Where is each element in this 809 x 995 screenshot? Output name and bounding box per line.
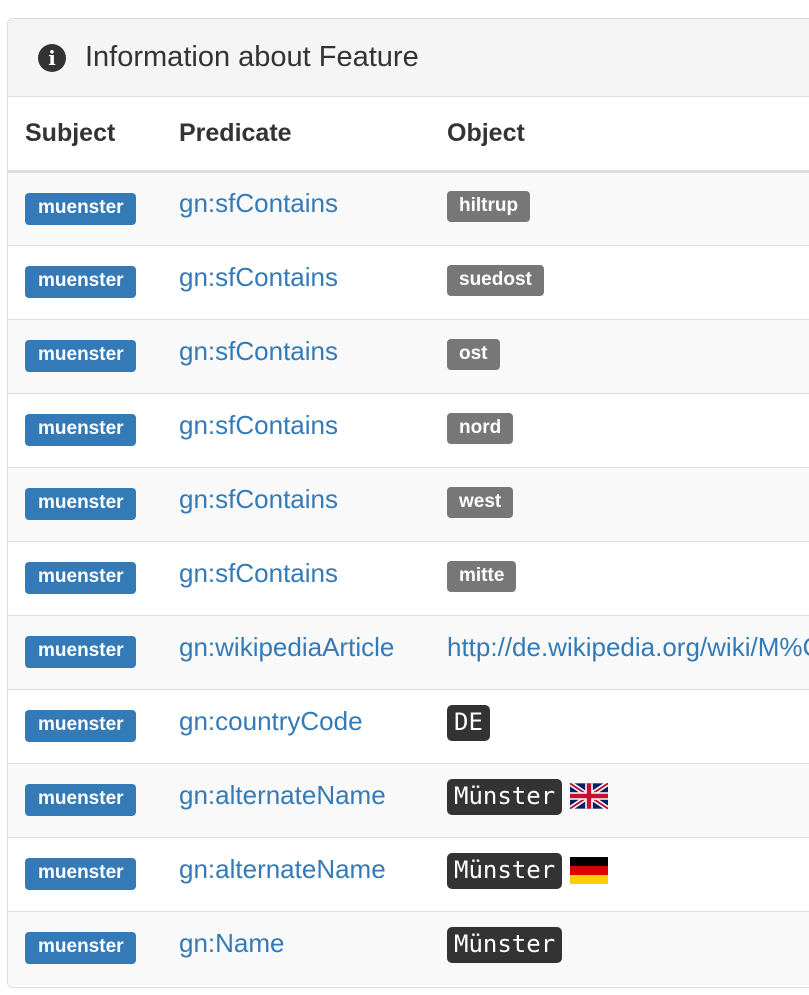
- panel-heading: i Information about Feature: [8, 19, 809, 97]
- subject-label[interactable]: muenster: [25, 636, 136, 668]
- subject-label[interactable]: muenster: [25, 266, 136, 298]
- table-row: muenster gn:Name Münster: [8, 911, 809, 985]
- header-object: Object: [431, 97, 809, 173]
- table-row: muenster gn:wikipediaArticle http://de.w…: [8, 615, 809, 689]
- predicate-link[interactable]: gn:Name: [179, 928, 285, 958]
- predicate-link[interactable]: gn:sfContains: [179, 188, 338, 218]
- name-value: Münster: [447, 927, 563, 964]
- uk-flag-icon: [570, 783, 609, 809]
- country-code-value: DE: [447, 705, 490, 741]
- table-row: muenster gn:sfContains suedost: [8, 245, 809, 319]
- table-row: muenster gn:countryCode DE: [8, 689, 809, 763]
- panel-title: Information about Feature: [85, 41, 419, 73]
- germany-flag-icon: [570, 856, 609, 884]
- subject-label[interactable]: muenster: [25, 562, 136, 594]
- predicate-link[interactable]: gn:alternateName: [179, 854, 386, 884]
- subject-label[interactable]: muenster: [25, 710, 136, 742]
- object-label[interactable]: nord: [447, 412, 514, 444]
- object-label[interactable]: ost: [447, 338, 500, 370]
- object-label[interactable]: mitte: [447, 560, 517, 592]
- subject-label[interactable]: muenster: [25, 488, 136, 520]
- subject-label[interactable]: muenster: [25, 932, 136, 965]
- predicate-link[interactable]: gn:sfContains: [179, 410, 338, 440]
- object-label[interactable]: hiltrup: [447, 191, 531, 222]
- subject-label[interactable]: muenster: [25, 858, 136, 890]
- predicate-link[interactable]: gn:wikipediaArticle: [179, 632, 394, 662]
- table-row: muenster gn:alternateName Münster: [8, 837, 809, 911]
- predicate-link[interactable]: gn:sfContains: [179, 558, 338, 588]
- predicate-link[interactable]: gn:sfContains: [179, 336, 338, 366]
- object-label[interactable]: west: [447, 486, 514, 518]
- table-row: muenster gn:sfContains nord: [8, 393, 809, 467]
- subject-label[interactable]: muenster: [25, 414, 136, 446]
- header-subject: Subject: [8, 97, 163, 173]
- subject-label[interactable]: muenster: [25, 340, 136, 372]
- predicate-link[interactable]: gn:sfContains: [179, 484, 338, 514]
- alternate-name-value: Münster: [447, 853, 563, 889]
- feature-info-panel: i Information about Feature Subject Pred…: [7, 18, 809, 988]
- wikipedia-link[interactable]: http://de.wikipedia.org/wiki/M%C3%BCnste…: [447, 632, 809, 662]
- predicate-link[interactable]: gn:alternateName: [179, 780, 386, 810]
- table-row: muenster gn:sfContains west: [8, 467, 809, 541]
- table-row: muenster gn:sfContains hiltrup: [8, 171, 809, 245]
- header-predicate: Predicate: [163, 97, 431, 173]
- alternate-name-value: Münster: [447, 779, 563, 815]
- info-circle-icon: i: [38, 43, 66, 72]
- feature-table: Subject Predicate Object muenster gn:sfC…: [8, 97, 809, 985]
- predicate-link[interactable]: gn:sfContains: [179, 262, 338, 292]
- table-row: muenster gn:sfContains mitte: [8, 541, 809, 615]
- table-row: muenster gn:alternateName Münster: [8, 763, 809, 837]
- table-row: muenster gn:sfContains ost: [8, 319, 809, 393]
- object-label[interactable]: suedost: [447, 264, 544, 296]
- table-header-row: Subject Predicate Object: [8, 97, 809, 173]
- subject-label[interactable]: muenster: [25, 784, 136, 816]
- predicate-link[interactable]: gn:countryCode: [179, 706, 363, 736]
- subject-label[interactable]: muenster: [25, 192, 136, 225]
